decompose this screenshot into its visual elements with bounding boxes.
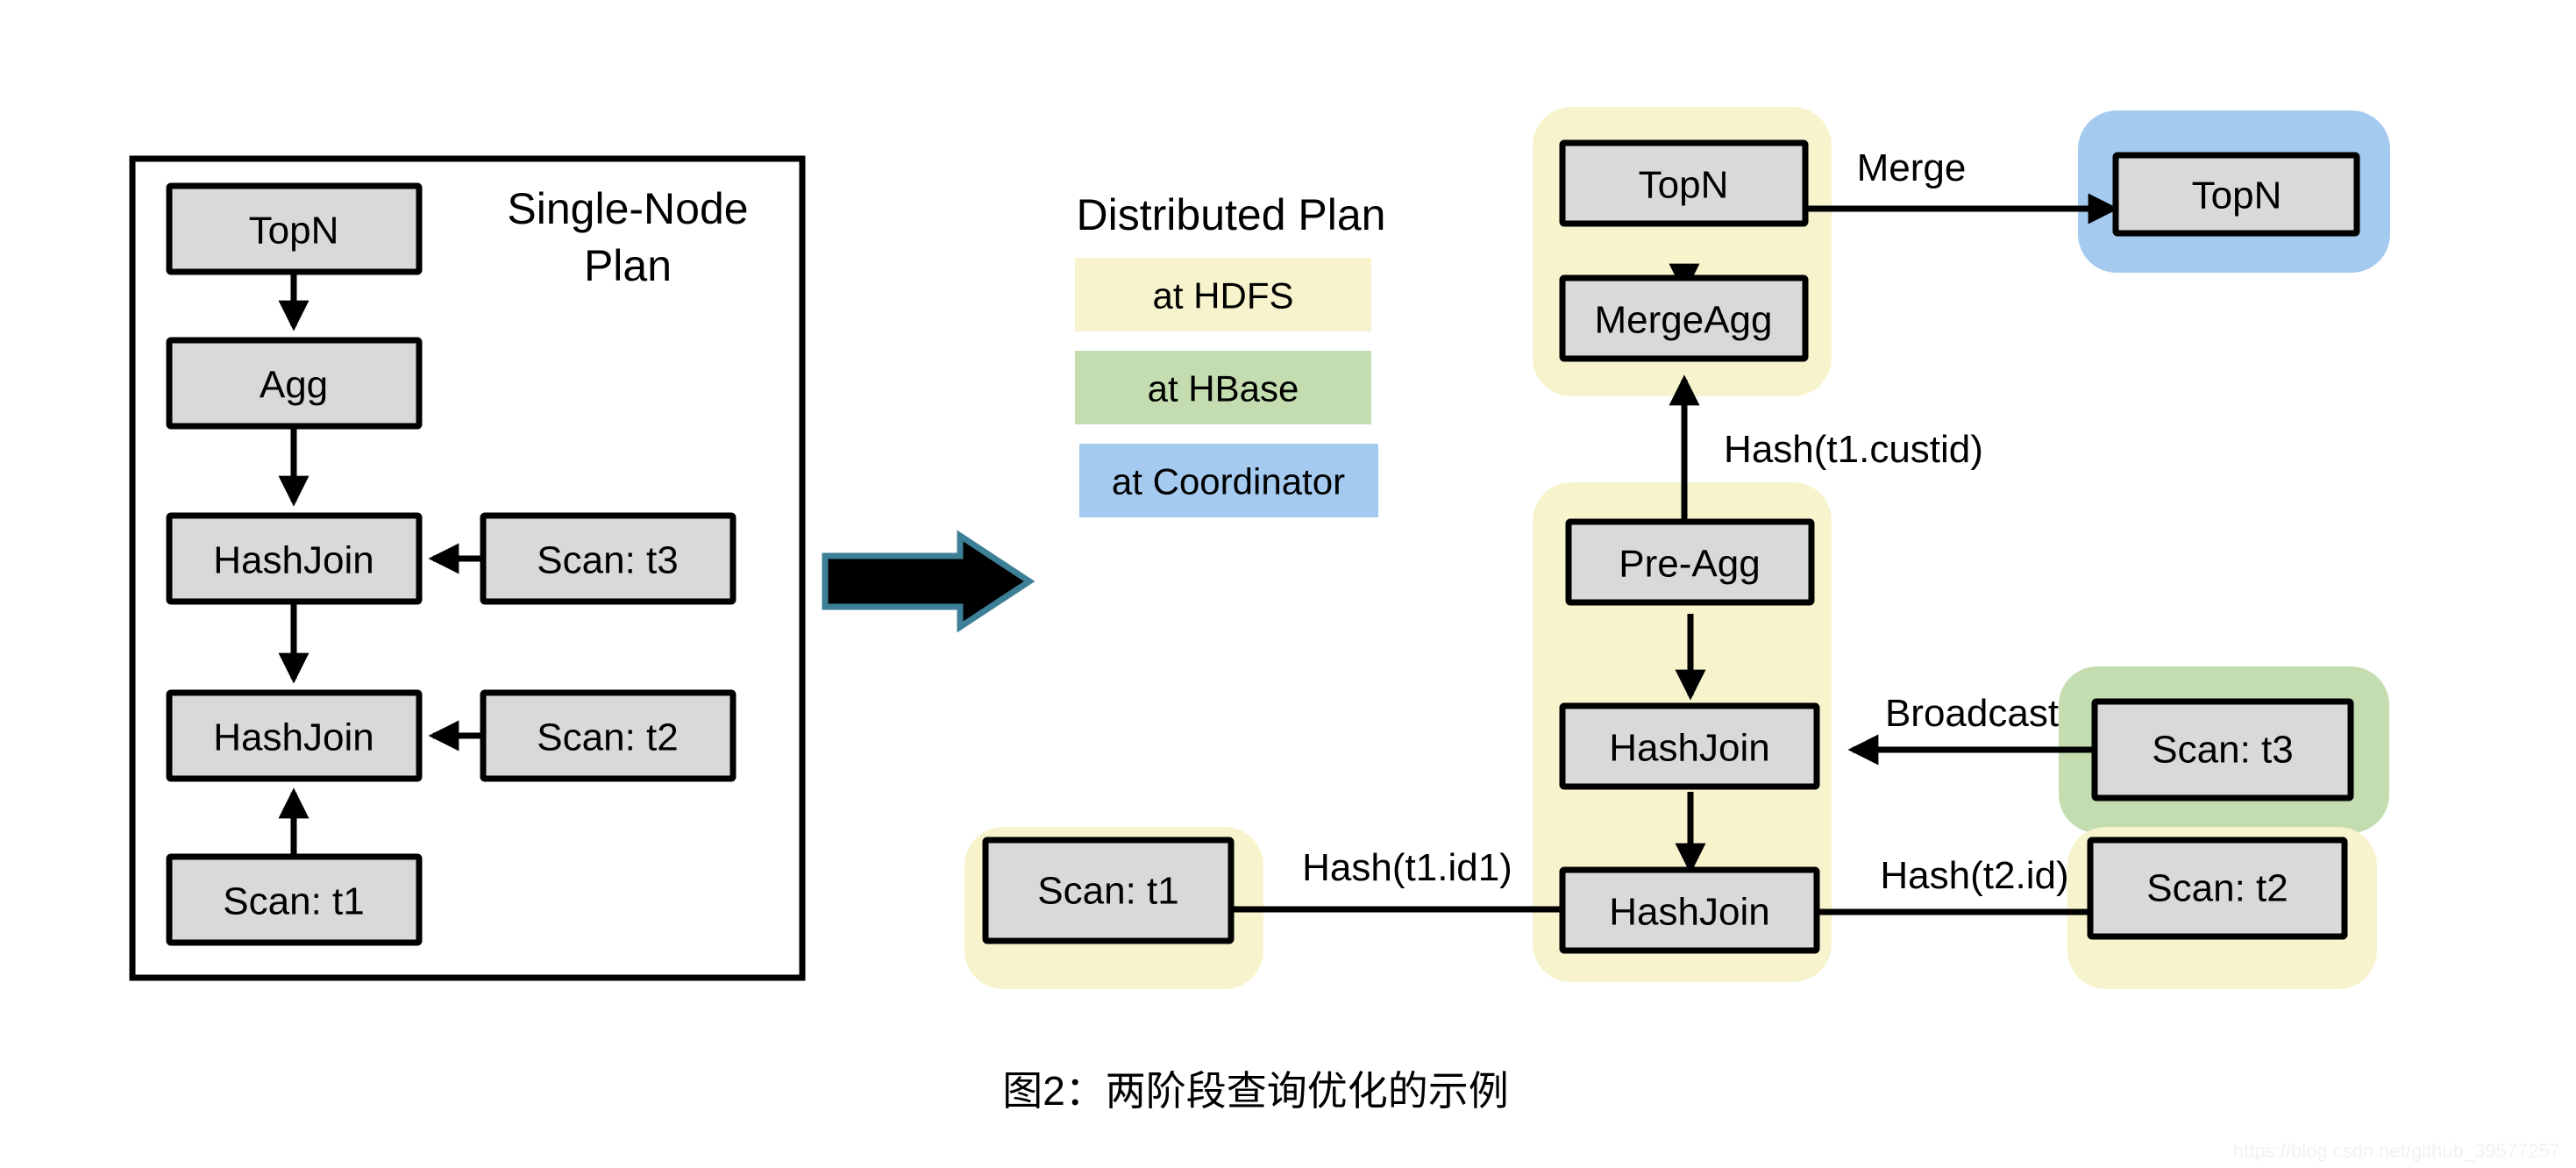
node-dp-hashjoin-upper-label: HashJoin — [1609, 727, 1769, 770]
legend-item-hdfs: at HDFS — [1075, 258, 1371, 331]
node-dp-topn[interactable]: TopN — [1559, 139, 1809, 227]
single-node-plan-title-line2: Plan — [584, 241, 672, 290]
node-sn-agg-label: Agg — [260, 364, 328, 407]
legend-label-hdfs: at HDFS — [1152, 275, 1293, 317]
node-dp-scan-t3-label: Scan: t3 — [2152, 729, 2293, 772]
legend-item-coordinator: at Coordinator — [1079, 444, 1378, 517]
edge-label-hash-t1id1: Hash(t1.id1) — [1302, 846, 1512, 889]
transform-arrow — [822, 530, 1035, 633]
node-sn-hashjoin1-label: HashJoin — [213, 539, 374, 582]
legend-item-hbase: at HBase — [1075, 351, 1371, 424]
node-dp-topn-label: TopN — [1639, 164, 1729, 207]
node-dp-scan-t1-label: Scan: t1 — [1037, 870, 1178, 913]
single-node-plan-title-line1: Single-Node — [507, 184, 748, 233]
node-dp-scan-t3[interactable]: Scan: t3 — [2091, 698, 2354, 801]
node-dp-scan-t2[interactable]: Scan: t2 — [2087, 837, 2348, 940]
node-dp-hashjoin-lower[interactable]: HashJoin — [1559, 866, 1820, 954]
node-sn-scan-t3-label: Scan: t3 — [537, 539, 678, 582]
single-node-plan-panel: Single-Node Plan TopN Agg HashJoin Scan:… — [129, 155, 806, 981]
node-sn-scan-t1[interactable]: Scan: t1 — [166, 853, 423, 946]
node-sn-topn-label: TopN — [249, 210, 339, 253]
node-dp-preagg-label: Pre-Agg — [1619, 543, 1760, 586]
node-sn-hashjoin1[interactable]: HashJoin — [166, 512, 423, 605]
node-sn-topn[interactable]: TopN — [166, 182, 423, 275]
node-dp-scan-t2-label: Scan: t2 — [2146, 867, 2288, 910]
edge-label-broadcast: Broadcast — [1885, 692, 2059, 735]
node-dp-hashjoin-upper[interactable]: HashJoin — [1559, 702, 1820, 790]
node-dp-coordinator-topn-label: TopN — [2192, 174, 2282, 217]
transform-arrow-shape — [822, 530, 1035, 633]
node-dp-hashjoin-lower-label: HashJoin — [1609, 891, 1769, 934]
legend-label-coordinator: at Coordinator — [1112, 461, 1345, 502]
node-sn-hashjoin2-label: HashJoin — [213, 716, 374, 759]
legend: Distributed Plan at HDFS at HBase at Coo… — [1075, 190, 1385, 517]
node-dp-mergeagg[interactable]: MergeAgg — [1559, 274, 1809, 362]
watermark: https://blog.csdn.net/github_39577257 — [2233, 1140, 2560, 1162]
node-dp-coordinator-topn[interactable]: TopN — [2112, 152, 2360, 237]
node-dp-mergeagg-label: MergeAgg — [1594, 299, 1772, 342]
edge-label-hash-t2id: Hash(t2.id) — [1880, 854, 2068, 897]
node-sn-scan-t3[interactable]: Scan: t3 — [480, 512, 737, 605]
legend-title: Distributed Plan — [1077, 190, 1386, 239]
legend-label-hbase: at HBase — [1148, 368, 1299, 410]
node-sn-scan-t2-label: Scan: t2 — [537, 716, 678, 759]
node-sn-scan-t1-label: Scan: t1 — [223, 880, 364, 923]
edge-label-hash-custid: Hash(t1.custid) — [1724, 428, 1983, 471]
node-sn-hashjoin2[interactable]: HashJoin — [166, 689, 423, 782]
node-sn-agg[interactable]: Agg — [166, 337, 423, 430]
figure-canvas: Single-Node Plan TopN Agg HashJoin Scan:… — [129, 107, 2560, 1162]
node-dp-preagg[interactable]: Pre-Agg — [1565, 518, 1815, 606]
node-sn-scan-t2[interactable]: Scan: t2 — [480, 689, 737, 782]
node-dp-scan-t1[interactable]: Scan: t1 — [982, 837, 1235, 944]
figure-caption: 图2：两阶段查询优化的示例 — [1002, 1068, 1509, 1114]
edge-label-merge: Merge — [1857, 146, 1967, 189]
